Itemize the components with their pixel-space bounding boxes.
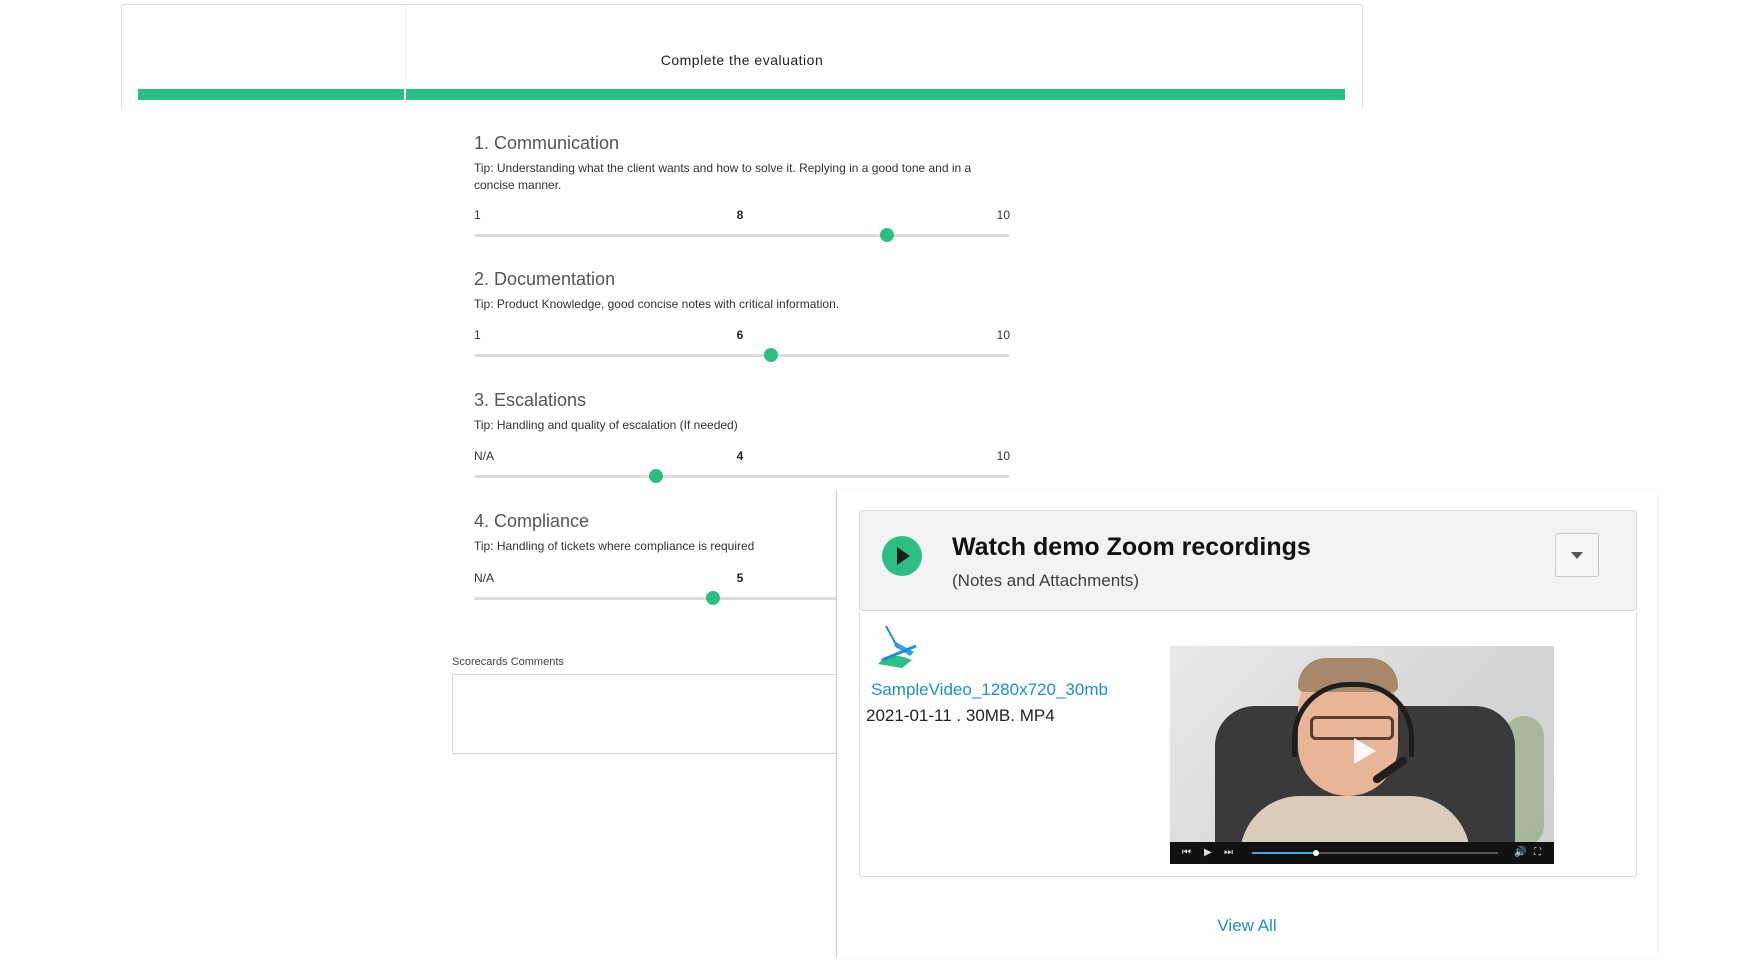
attachment-file-icon (872, 620, 924, 672)
attachment-link[interactable]: SampleVideo_1280x720_30mb (871, 680, 1108, 700)
slider-value-label: 6 (736, 328, 744, 342)
slider-thumb[interactable] (649, 469, 664, 483)
evaluation-progress-bar (138, 89, 1345, 100)
question-escalations: 3. Escalations Tip: Handling and quality… (474, 389, 1010, 489)
slider-min-label: N/A (474, 449, 495, 463)
attachment-list: SampleVideo_1280x720_30mb 2021-01-11 . 3… (859, 612, 1637, 877)
slider-value-label: 8 (736, 208, 744, 222)
recordings-panel: Watch demo Zoom recordings (Notes and At… (836, 490, 1658, 958)
video-seek-fill (1252, 852, 1316, 854)
slider-value-label: 5 (736, 571, 744, 585)
slider-max-label: 10 (996, 449, 1010, 463)
slider-min-label: 1 (474, 328, 481, 342)
fullscreen-icon[interactable]: ⛶ (1534, 847, 1541, 859)
recordings-subtitle: (Notes and Attachments) (952, 571, 1140, 590)
question-documentation: 2. Documentation Tip: Product Knowledge,… (474, 268, 1010, 368)
question-communication: 1. Communication Tip: Understanding what… (474, 132, 1010, 242)
slider-track[interactable] (474, 475, 1010, 478)
slider-min-label: 1 (474, 208, 481, 222)
volume-icon[interactable]: 🔊 (1514, 847, 1526, 859)
question-tip: Tip: Product Knowledge, good concise not… (474, 297, 840, 311)
question-title: 3. Escalations (474, 390, 587, 410)
communication-slider[interactable]: 1 8 10 (474, 208, 1010, 248)
slider-max-label: 10 (996, 208, 1010, 222)
slider-min-label: N/A (474, 571, 495, 585)
comments-label: Scorecards Comments (452, 656, 564, 668)
slider-thumb[interactable] (879, 228, 894, 242)
comments-textarea[interactable] (452, 674, 844, 754)
header-dropdown-button[interactable] (1555, 533, 1599, 577)
skip-forward-icon[interactable]: ⏭ (1224, 847, 1233, 859)
slider-thumb[interactable] (764, 348, 779, 362)
question-title: 1. Communication (474, 133, 620, 153)
play-icon (882, 536, 922, 576)
slider-thumb[interactable] (705, 591, 720, 605)
document-icon (878, 625, 917, 668)
slider-value-label: 4 (736, 449, 744, 463)
view-all-link[interactable]: View All (837, 916, 1657, 936)
skip-back-icon[interactable]: ⏮ (1182, 847, 1191, 859)
video-seek-bar[interactable] (1252, 850, 1498, 856)
progress-gap (404, 89, 406, 100)
question-title: 2. Documentation (474, 269, 616, 289)
escalations-slider[interactable]: N/A 4 10 (474, 449, 1010, 489)
slider-track[interactable] (474, 234, 1010, 237)
video-play-icon[interactable] (1354, 738, 1376, 764)
attachment-meta: 2021-01-11 . 30MB. MP4 (866, 706, 1055, 725)
recordings-header: Watch demo Zoom recordings (Notes and At… (859, 510, 1637, 611)
video-player[interactable]: ⏮ ▶ ⏭ 🔊 ⛶ (1170, 646, 1554, 864)
recordings-title: Watch demo Zoom recordings (952, 533, 1311, 561)
video-seek-knob[interactable] (1312, 850, 1319, 856)
question-tip: Tip: Handling and quality of escalation … (474, 418, 738, 432)
video-controls: ⏮ ▶ ⏭ 🔊 ⛶ (1170, 842, 1554, 864)
documentation-slider[interactable]: 1 6 10 (474, 328, 1010, 368)
slider-max-label: 10 (996, 328, 1010, 342)
play-small-icon[interactable]: ▶ (1204, 847, 1212, 859)
question-tip: Tip: Understanding what the client wants… (474, 161, 972, 192)
slider-track[interactable] (474, 354, 1010, 357)
evaluation-title: Complete the evaluation (660, 52, 824, 68)
